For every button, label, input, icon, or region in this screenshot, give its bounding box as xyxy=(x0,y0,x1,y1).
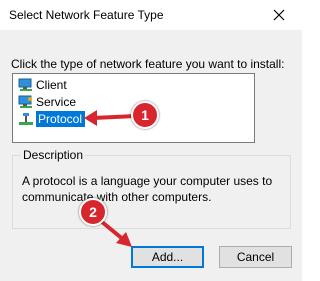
annotation-arrows xyxy=(84,110,138,247)
step-marker-2: 2 xyxy=(79,198,107,226)
step-marker-1: 1 xyxy=(131,101,159,129)
arrow-2 xyxy=(100,220,132,247)
arrow-1 xyxy=(84,110,138,126)
